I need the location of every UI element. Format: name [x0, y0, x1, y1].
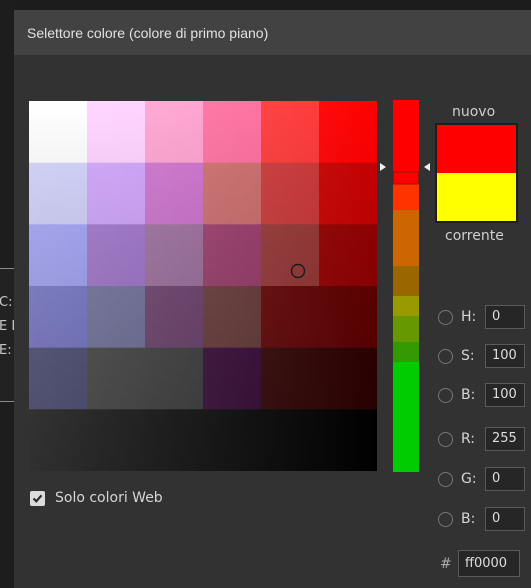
hue-band	[393, 432, 419, 463]
checkmark-icon	[32, 494, 43, 503]
hue-radio[interactable]	[438, 309, 453, 325]
red-radio[interactable]	[438, 431, 453, 447]
brightness-input[interactable]: 100	[485, 383, 525, 407]
hue-field-row: H: 0	[438, 305, 525, 329]
saturation-radio[interactable]	[438, 348, 453, 364]
hue-band	[393, 100, 419, 137]
hue-band	[393, 342, 419, 363]
current-color-swatch[interactable]	[437, 173, 516, 221]
saturation-label: S:	[461, 348, 475, 364]
color-field-black-overlay	[29, 101, 377, 471]
hue-band	[393, 396, 419, 433]
color-field-canvas[interactable]	[29, 101, 377, 471]
current-color-label: corrente	[445, 228, 504, 244]
hue-band	[393, 136, 419, 173]
background-text-3: E:	[0, 343, 12, 358]
hue-slider-left-arrow[interactable]	[380, 163, 386, 171]
hue-label: H:	[461, 309, 477, 325]
hue-band	[393, 172, 419, 185]
web-colors-label: Solo colori Web	[55, 490, 163, 506]
hue-band	[393, 184, 419, 211]
brightness-field-row: B: 100	[438, 383, 525, 407]
hue-band	[393, 316, 419, 343]
background-text-1: C:	[0, 295, 13, 310]
saturation-field-row: S: 100	[438, 344, 525, 368]
new-color-label: nuovo	[452, 104, 496, 120]
hue-slider[interactable]	[393, 100, 419, 472]
red-field-row: R: 255	[438, 427, 525, 451]
green-field-row: G: 0	[438, 467, 525, 491]
hex-field-row: # ff0000	[440, 550, 520, 577]
web-colors-checkbox[interactable]	[30, 490, 45, 506]
web-colors-only[interactable]: Solo colori Web	[30, 490, 163, 506]
green-input[interactable]: 0	[485, 467, 525, 491]
hue-slider-right-arrow[interactable]	[424, 163, 430, 171]
hue-band	[393, 210, 419, 241]
color-picker-dialog: Selettore colore (colore di primo piano)…	[14, 10, 531, 588]
red-input[interactable]: 255	[485, 427, 525, 451]
red-label: R:	[461, 431, 476, 447]
dialog-titlebar[interactable]: Selettore colore (colore di primo piano)	[14, 10, 531, 55]
hex-input[interactable]: ff0000	[458, 550, 520, 577]
hue-band	[393, 240, 419, 267]
hue-input[interactable]: 0	[485, 305, 525, 329]
blue-radio[interactable]	[438, 511, 453, 527]
hue-band	[393, 362, 419, 397]
hex-symbol: #	[440, 555, 452, 572]
color-swatches	[435, 123, 518, 223]
hue-band	[393, 462, 419, 472]
green-radio[interactable]	[438, 471, 453, 487]
saturation-input[interactable]: 100	[485, 344, 525, 368]
blue-label: B:	[461, 511, 476, 527]
new-color-swatch	[437, 125, 516, 173]
blue-input[interactable]: 0	[485, 507, 525, 531]
brightness-label: B:	[461, 387, 476, 403]
hue-slider-bar[interactable]	[393, 100, 419, 472]
blue-field-row: B: 0	[438, 507, 525, 531]
dialog-title: Selettore colore (colore di primo piano)	[27, 24, 269, 41]
green-label: G:	[461, 471, 477, 487]
hue-band	[393, 296, 419, 317]
brightness-radio[interactable]	[438, 387, 453, 403]
color-field[interactable]	[29, 101, 377, 471]
hue-band	[393, 266, 419, 297]
